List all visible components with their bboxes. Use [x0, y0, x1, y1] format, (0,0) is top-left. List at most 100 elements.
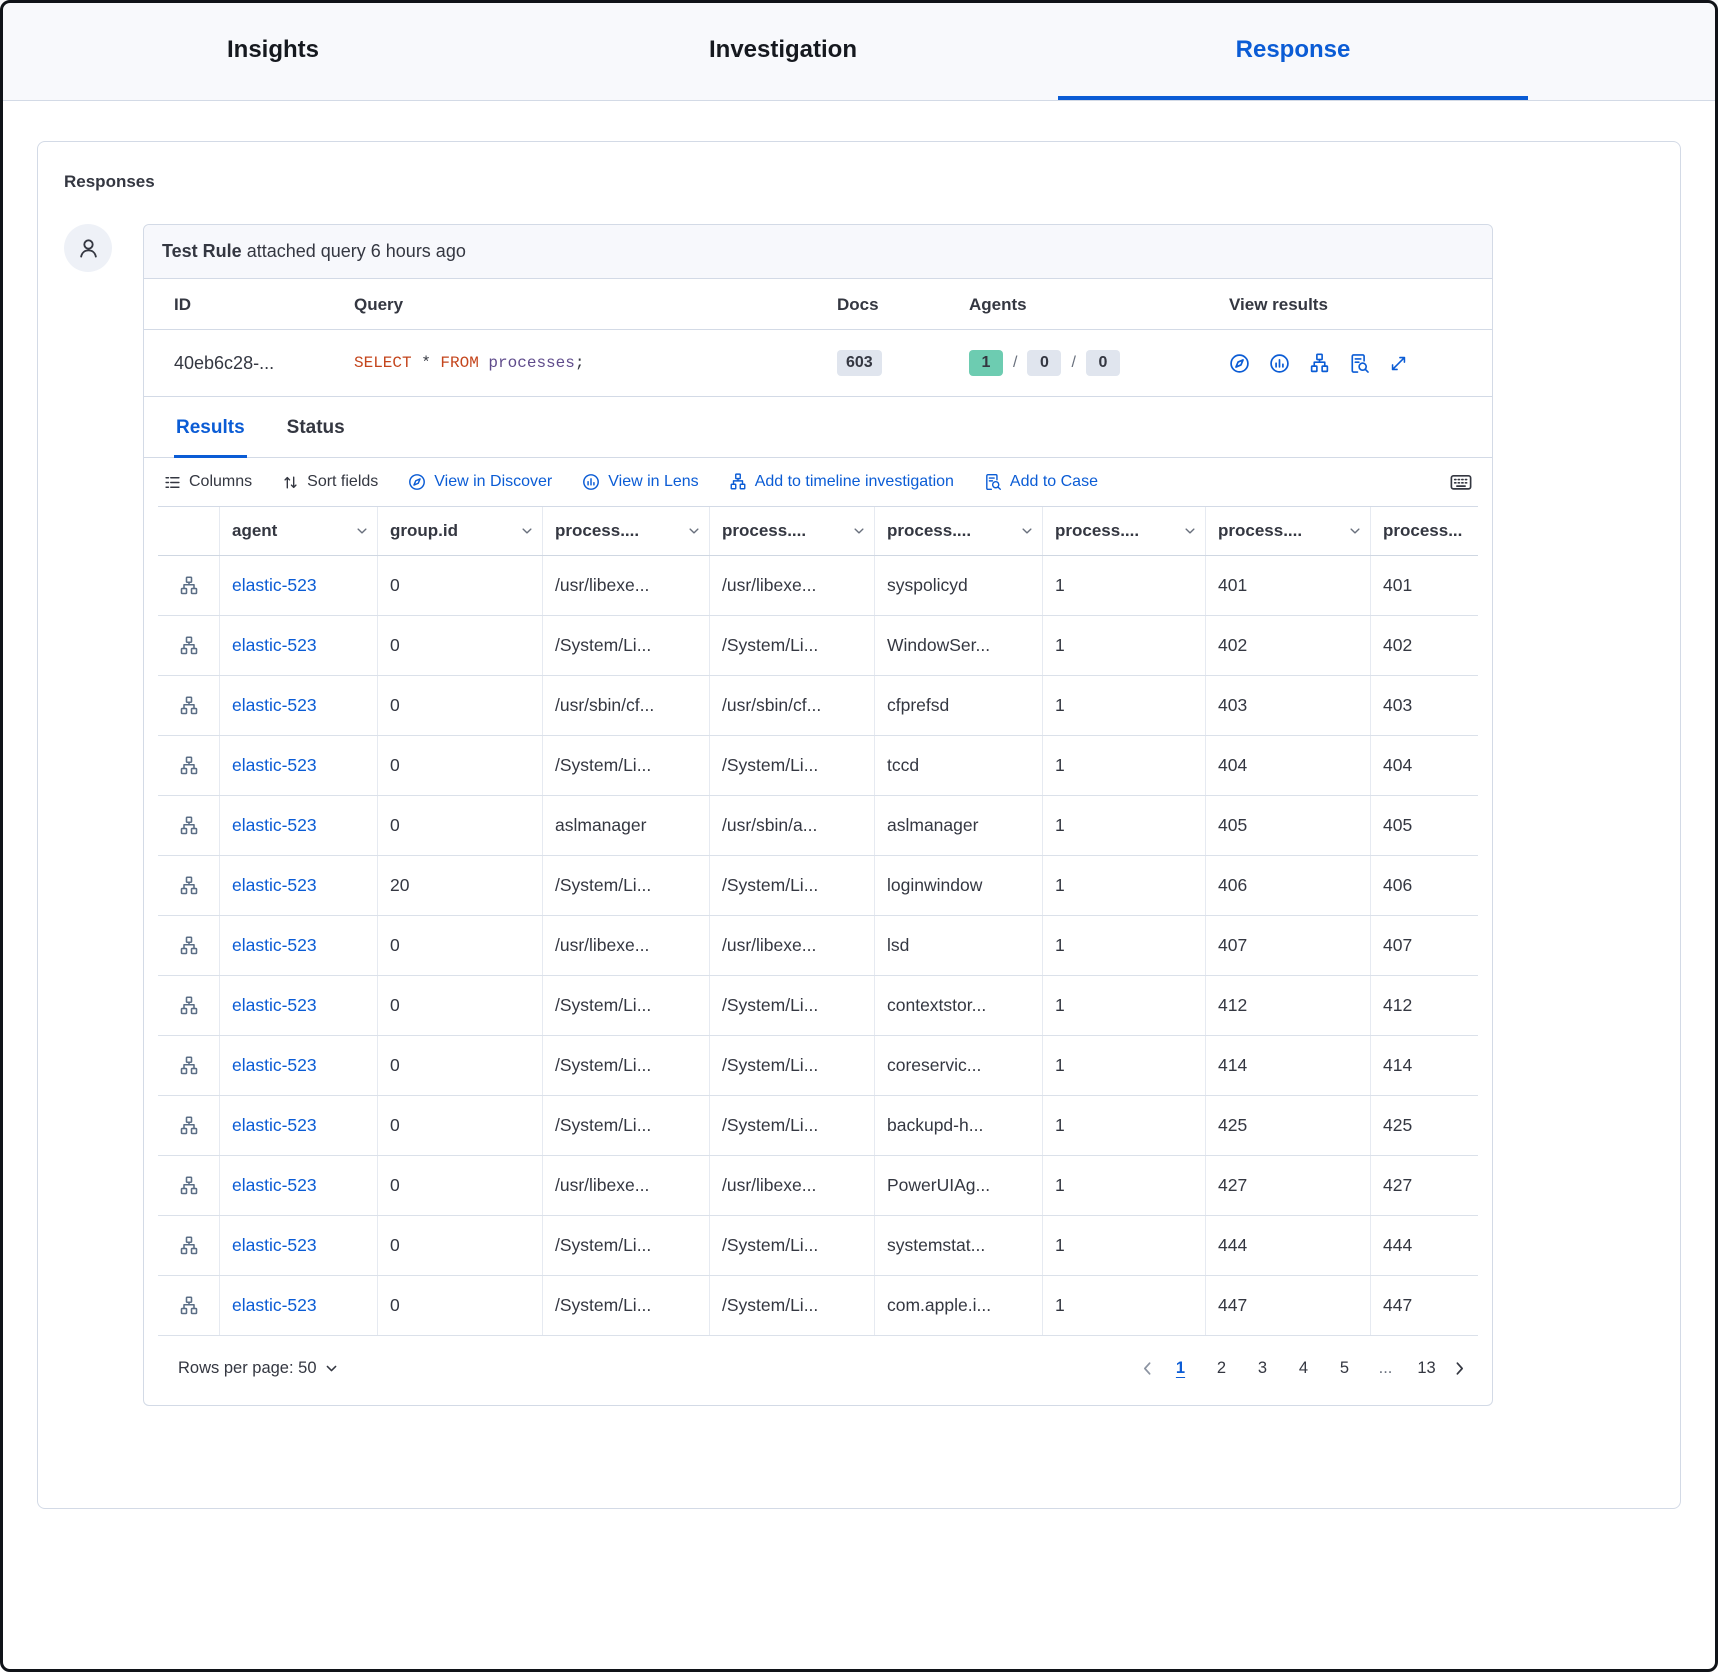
page-number-button[interactable]: 2: [1205, 1351, 1238, 1385]
timeline-icon[interactable]: [179, 636, 199, 656]
header-cell-process-2[interactable]: process....: [710, 507, 875, 555]
chevron-down-icon[interactable]: [1348, 524, 1362, 538]
timeline-icon[interactable]: [1309, 353, 1330, 374]
chevron-down-icon[interactable]: [687, 524, 701, 538]
tab-investigation[interactable]: Investigation: [548, 0, 1018, 100]
cell-process-3: aslmanager: [875, 796, 1043, 855]
cell-process-3: com.apple.i...: [875, 1276, 1043, 1335]
sort-fields-button[interactable]: Sort fields: [282, 473, 378, 491]
cell-agent[interactable]: elastic-523: [220, 1216, 378, 1275]
view-in-discover-button[interactable]: View in Discover: [408, 473, 552, 491]
timeline-icon[interactable]: [179, 996, 199, 1016]
page-number-button[interactable]: 5: [1328, 1351, 1361, 1385]
agents-failed-badge: 0: [1086, 350, 1120, 376]
lens-icon[interactable]: [1269, 353, 1290, 374]
case-icon[interactable]: [1349, 353, 1370, 374]
summary-header-agents: Agents: [969, 295, 1229, 315]
rows-per-page-button[interactable]: Rows per page: 50: [172, 1358, 345, 1379]
columns-icon: [164, 474, 181, 491]
chevron-down-icon[interactable]: [520, 524, 534, 538]
table-row: elastic-523 0 aslmanager /usr/sbin/a... …: [158, 796, 1478, 856]
chevron-down-icon[interactable]: [1020, 524, 1034, 538]
sql-text: ;: [575, 354, 585, 372]
cell-agent[interactable]: elastic-523: [220, 616, 378, 675]
timeline-icon[interactable]: [179, 1116, 199, 1136]
grid-footer: Rows per page: 50 1 2 3 4 5 ... 13: [144, 1336, 1492, 1405]
table-row: elastic-523 0 /System/Li... /System/Li..…: [158, 1276, 1478, 1336]
next-page-icon[interactable]: [1451, 1360, 1468, 1377]
tab-insights[interactable]: Insights: [38, 0, 508, 100]
cell-agent[interactable]: elastic-523: [220, 1276, 378, 1335]
add-to-case-label: Add to Case: [1010, 473, 1098, 491]
cell-agent[interactable]: elastic-523: [220, 1096, 378, 1155]
agents-status: 1 / 0 / 0: [969, 350, 1229, 376]
cell-agent[interactable]: elastic-523: [220, 976, 378, 1035]
timeline-icon[interactable]: [179, 1296, 199, 1316]
header-cell-process-6[interactable]: process...: [1371, 507, 1478, 555]
timeline-icon[interactable]: [179, 1176, 199, 1196]
cell-process-5: 427: [1206, 1156, 1371, 1215]
cell-process-4: 1: [1043, 1276, 1206, 1335]
sql-table: processes: [479, 354, 575, 372]
page-number-button[interactable]: 4: [1287, 1351, 1320, 1385]
header-cell-process-5[interactable]: process....: [1206, 507, 1371, 555]
add-to-case-button[interactable]: Add to Case: [984, 473, 1098, 491]
docs-badge: 603: [837, 350, 882, 376]
cell-process-1: /System/Li...: [543, 1096, 710, 1155]
cell-agent[interactable]: elastic-523: [220, 1156, 378, 1215]
table-row: elastic-523 0 /System/Li... /System/Li..…: [158, 616, 1478, 676]
header-cell-process-4[interactable]: process....: [1043, 507, 1206, 555]
cell-process-2: /System/Li...: [710, 736, 875, 795]
view-in-discover-label: View in Discover: [434, 473, 552, 491]
add-to-timeline-button[interactable]: Add to timeline investigation: [729, 473, 954, 491]
header-cell-group-id[interactable]: group.id: [378, 507, 543, 555]
row-action-cell: [158, 676, 220, 735]
cell-process-3: cfprefsd: [875, 676, 1043, 735]
tab-results[interactable]: Results: [174, 397, 247, 457]
cell-agent[interactable]: elastic-523: [220, 556, 378, 615]
discover-icon: [408, 473, 426, 491]
header-cell-agent[interactable]: agent: [220, 507, 378, 555]
chevron-down-icon: [324, 1361, 339, 1376]
timeline-icon[interactable]: [179, 756, 199, 776]
tab-status[interactable]: Status: [285, 397, 347, 457]
timeline-icon[interactable]: [179, 876, 199, 896]
cell-process-1: /System/Li...: [543, 1276, 710, 1335]
timeline-icon[interactable]: [179, 576, 199, 596]
timeline-icon[interactable]: [179, 816, 199, 836]
timeline-icon[interactable]: [179, 1236, 199, 1256]
cell-agent[interactable]: elastic-523: [220, 1036, 378, 1095]
header-cell-process-1[interactable]: process....: [543, 507, 710, 555]
columns-button[interactable]: Columns: [164, 473, 252, 491]
timeline-icon[interactable]: [179, 1056, 199, 1076]
page-number-button[interactable]: 1: [1164, 1351, 1197, 1385]
cell-agent[interactable]: elastic-523: [220, 736, 378, 795]
tab-response[interactable]: Response: [1058, 0, 1528, 100]
timeline-icon[interactable]: [179, 936, 199, 956]
chevron-down-icon[interactable]: [1183, 524, 1197, 538]
discover-icon[interactable]: [1229, 353, 1250, 374]
pagination-pages: 1 2 3 4 5 ... 13: [1164, 1351, 1443, 1385]
cell-agent[interactable]: elastic-523: [220, 796, 378, 855]
page-number-button[interactable]: 13: [1410, 1351, 1443, 1385]
cell-agent[interactable]: elastic-523: [220, 916, 378, 975]
cell-group-id: 0: [378, 1216, 543, 1275]
keyboard-shortcuts-icon[interactable]: [1450, 471, 1472, 493]
chevron-down-icon[interactable]: [852, 524, 866, 538]
chevron-down-icon[interactable]: [355, 524, 369, 538]
expand-icon[interactable]: [1389, 354, 1408, 373]
page-number-button[interactable]: 3: [1246, 1351, 1279, 1385]
header-cell-process-3[interactable]: process....: [875, 507, 1043, 555]
cell-agent[interactable]: elastic-523: [220, 676, 378, 735]
cell-group-id: 0: [378, 676, 543, 735]
timeline-icon[interactable]: [179, 696, 199, 716]
cell-process-1: /usr/libexe...: [543, 556, 710, 615]
cell-process-2: /System/Li...: [710, 856, 875, 915]
previous-page-icon[interactable]: [1139, 1360, 1156, 1377]
grid-header-row: agent group.id process.... process.... p…: [158, 506, 1478, 556]
cell-process-3: systemstat...: [875, 1216, 1043, 1275]
cell-agent[interactable]: elastic-523: [220, 856, 378, 915]
cell-process-3: backupd-h...: [875, 1096, 1043, 1155]
cell-process-6: 401: [1371, 556, 1478, 615]
view-in-lens-button[interactable]: View in Lens: [582, 473, 698, 491]
